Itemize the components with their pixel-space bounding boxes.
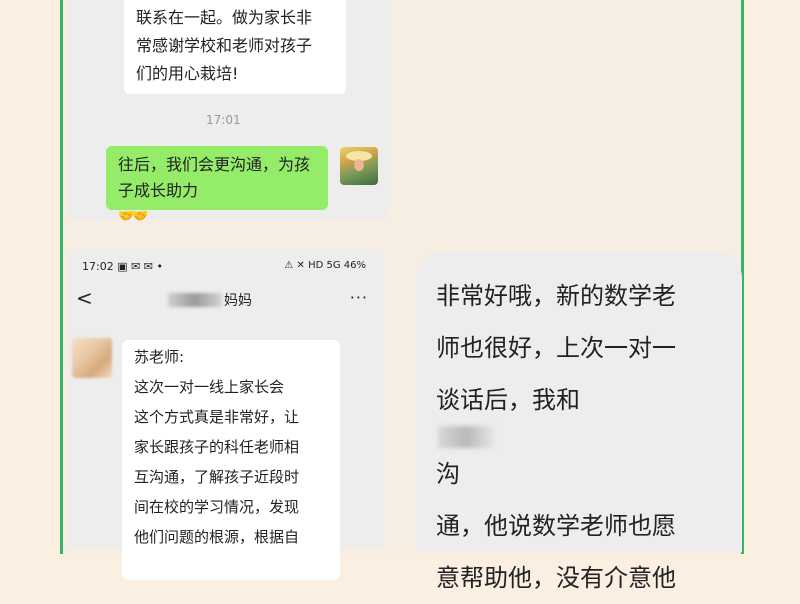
signal-icon: ⚠ ✕ bbox=[284, 260, 309, 271]
avatar[interactable] bbox=[340, 147, 378, 185]
message-line: 联系在一起。做为家长非 bbox=[136, 8, 313, 27]
blurred-name bbox=[438, 426, 494, 448]
large-message-bubble: 非常好哦，新的数学老 师也很好，上次一对一 谈话后，我和沟 通，他说数学老师也愿… bbox=[416, 252, 742, 592]
message-line: 家长跟孩子的科任老师相 bbox=[134, 438, 300, 456]
incoming-message-bubble: 苏老师: 这次一对一线上家长会 这个方式真是非常好，让 家长跟孩子的科任老师相 … bbox=[122, 340, 340, 580]
outgoing-message-bubble: 往后，我们会更沟通，为孩 子成长助力 🤝🤝 bbox=[106, 146, 328, 224]
phone-screenshot: 17:02 ▣ ✉ ✉ • ⚠ ✕ HD 5G 46% < 妈妈 ··· 苏老师… bbox=[68, 248, 384, 580]
message-line: 他们问题的根源，根据自 bbox=[134, 528, 300, 546]
message-line: 这次一对一线上家长会 bbox=[134, 378, 285, 396]
avatar-face bbox=[354, 159, 364, 171]
message-text: 谈话后，我和 bbox=[436, 386, 580, 414]
more-options-icon[interactable]: ··· bbox=[350, 288, 368, 307]
message-line: 谈话后，我和沟 bbox=[436, 374, 742, 500]
chat-title-text: 妈妈 bbox=[224, 293, 252, 309]
handshake-emoji-icon: 🤝🤝 bbox=[118, 209, 148, 224]
message-text: 子成长助力 bbox=[118, 181, 199, 200]
incoming-message-bubble: 联系在一起。做为家长非 常感谢学校和老师对孩子 们的用心栽培! bbox=[124, 0, 346, 94]
message-line: 们的用心栽培! bbox=[136, 64, 239, 83]
message-line: 通，他说数学老师也愿 bbox=[436, 512, 676, 540]
message-line: 苏老师: bbox=[134, 348, 185, 366]
message-line: 往后，我们会更沟通，为孩 bbox=[118, 155, 311, 174]
avatar[interactable] bbox=[72, 338, 112, 378]
message-line: 常感谢学校和老师对孩子 bbox=[136, 36, 313, 55]
chat-title: 妈妈 bbox=[168, 290, 252, 310]
status-time: 17:02 bbox=[82, 260, 114, 273]
back-arrow-icon[interactable]: < bbox=[76, 286, 93, 310]
message-text: 沟 bbox=[436, 460, 460, 488]
status-right-text: HD 5G 46% bbox=[308, 260, 366, 271]
status-bar-time: 17:02 ▣ ✉ ✉ • bbox=[82, 260, 163, 273]
message-line: 这个方式真是非常好，让 bbox=[134, 408, 300, 426]
message-line: 师也很好，上次一对一 bbox=[436, 334, 676, 362]
message-line: 意帮助他，没有介意他 bbox=[436, 564, 676, 592]
message-line: 互沟通，了解孩子近段时 bbox=[134, 468, 300, 486]
notification-icons: ▣ ✉ ✉ • bbox=[117, 260, 164, 273]
message-line: 非常好哦，新的数学老 bbox=[436, 282, 676, 310]
message-timestamp: 17:01 bbox=[206, 113, 241, 127]
status-bar-icons: ⚠ ✕ HD 5G 46% bbox=[284, 260, 366, 271]
message-line: 子成长助力 🤝🤝 bbox=[118, 178, 318, 230]
message-line: 间在校的学习情况，发现 bbox=[134, 498, 300, 516]
blurred-name bbox=[168, 293, 222, 307]
